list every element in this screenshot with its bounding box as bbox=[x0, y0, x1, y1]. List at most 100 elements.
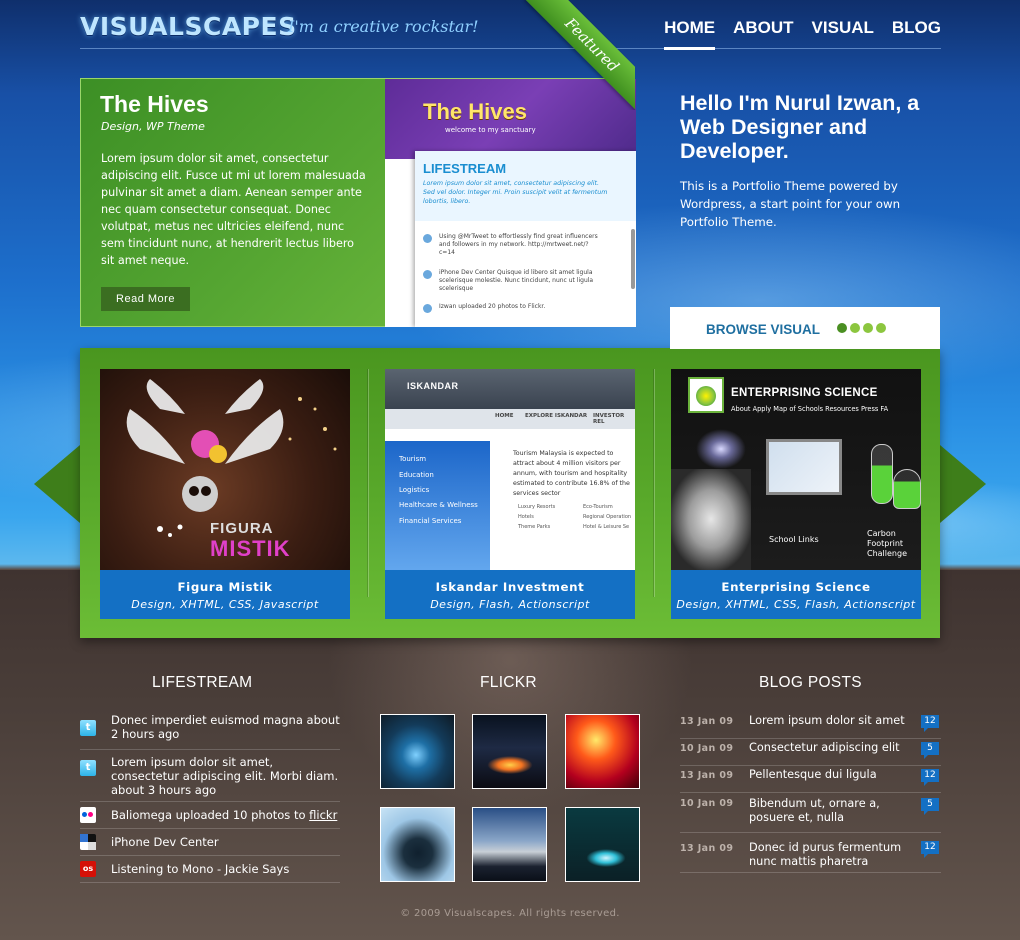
iskandar-menu-item: Education bbox=[399, 471, 434, 479]
pagination-dot[interactable] bbox=[863, 323, 873, 333]
enterprising-heading: ENTERPRISING SCIENCE bbox=[731, 387, 878, 399]
portfolio-image[interactable]: FIGURA MISTIK bbox=[100, 369, 350, 570]
flickr-photo[interactable] bbox=[472, 714, 547, 789]
blog-title[interactable]: Lorem ipsum dolor sit amet bbox=[749, 714, 909, 728]
flickr-photo[interactable] bbox=[380, 807, 455, 882]
blog-title[interactable]: Donec id purus fermentum nunc mattis pha… bbox=[749, 841, 909, 869]
lifestream-text: iPhone Dev Center bbox=[111, 835, 219, 849]
flickr-photo[interactable] bbox=[565, 807, 640, 882]
iskandar-menu-item: Tourism bbox=[399, 455, 427, 463]
portfolio-image[interactable]: ENTERPRISING SCIENCE About Apply Map of … bbox=[671, 369, 921, 570]
blog-date: 10 Jan 09 bbox=[680, 743, 734, 754]
twitter-icon: t bbox=[80, 760, 96, 776]
nav-blog[interactable]: BLOG bbox=[892, 18, 941, 50]
browse-visual-label[interactable]: BROWSE VISUAL bbox=[706, 322, 820, 337]
monitor-icon bbox=[766, 439, 842, 495]
blog-title[interactable]: Pellentesque dui ligula bbox=[749, 768, 909, 782]
featured-project: The Hives Design, WP Theme Lorem ipsum d… bbox=[80, 78, 636, 327]
iskandar-logo: ISKANDAR bbox=[407, 381, 459, 391]
nav-visual[interactable]: VISUAL bbox=[812, 18, 874, 50]
lifestream-text: Baliomega uploaded 10 photos to bbox=[111, 808, 306, 822]
featured-subtitle: Design, WP Theme bbox=[101, 120, 205, 133]
portfolio-title[interactable]: Figura Mistik bbox=[100, 580, 350, 594]
site-logo[interactable]: VISUALSCAPES bbox=[80, 12, 297, 41]
blog-post: 10 Jan 09 Bibendum ut, ornare a, posuere… bbox=[680, 793, 941, 833]
lifestream-item: t Lorem ipsum dolor sit amet, consectetu… bbox=[80, 750, 340, 802]
pagination-dot[interactable] bbox=[850, 323, 860, 333]
portfolio-card-figura-mistik[interactable]: FIGURA MISTIK Figura Mistik Design, XHTM… bbox=[100, 369, 350, 619]
nav-about[interactable]: ABOUT bbox=[733, 18, 793, 50]
galaxy-image bbox=[696, 429, 746, 469]
iskandar-menu-item: Financial Services bbox=[399, 517, 462, 525]
iskandar-nav-item: INVESTOR REL bbox=[593, 413, 625, 425]
carbon-challenge-label: Carbon Footprint Challenge bbox=[867, 529, 907, 558]
portfolio-image[interactable]: ISKANDAR HOME EXPLORE ISKANDAR INVESTOR … bbox=[385, 369, 635, 570]
blog-title[interactable]: Bibendum ut, ornare a, posuere et, nulla bbox=[749, 797, 909, 825]
blog-title[interactable]: Consectetur adipiscing elit bbox=[749, 741, 909, 755]
copyright: © 2009 Visualscapes. All rights reserved… bbox=[400, 908, 620, 919]
carousel-next-arrow[interactable] bbox=[940, 445, 986, 523]
comment-count-badge[interactable]: 12 bbox=[921, 769, 939, 786]
lastfm-icon: os bbox=[80, 861, 96, 877]
iskandar-text: Tourism Malaysia is expected to attract … bbox=[513, 450, 630, 497]
school-links-label: School Links bbox=[769, 535, 819, 544]
iskandar-topbar: ISKANDAR bbox=[385, 369, 635, 409]
iskandar-bullet: Hotel & Leisure Se bbox=[583, 524, 630, 530]
portfolio-card-enterprising-science[interactable]: ENTERPRISING SCIENCE About Apply Map of … bbox=[671, 369, 921, 619]
flickr-photo[interactable] bbox=[380, 714, 455, 789]
main-nav: HOME ABOUT VISUAL BLOG bbox=[664, 18, 941, 50]
portfolio-title[interactable]: Enterprising Science bbox=[671, 580, 921, 594]
twitter-icon: t bbox=[80, 720, 96, 736]
blog-date: 13 Jan 09 bbox=[680, 770, 734, 781]
read-more-button[interactable]: Read More bbox=[101, 287, 190, 311]
enterprising-nav: About Apply Map of Schools Resources Pre… bbox=[731, 405, 889, 413]
flask-icon bbox=[871, 444, 893, 504]
pagination-dot[interactable] bbox=[876, 323, 886, 333]
lifestream-item: t Donec imperdiet euismod magna about 2 … bbox=[80, 712, 340, 750]
carousel-prev-arrow[interactable] bbox=[34, 445, 80, 523]
flickr-heading: FLICKR bbox=[480, 674, 537, 691]
portfolio-tags: Design, Flash, Actionscript bbox=[430, 598, 590, 611]
comment-count-badge[interactable]: 12 bbox=[921, 841, 939, 858]
flickr-photo[interactable] bbox=[565, 714, 640, 789]
flickr-gallery bbox=[380, 714, 640, 882]
browse-visual-tab: BROWSE VISUAL bbox=[670, 307, 940, 349]
pagination-dot[interactable] bbox=[837, 323, 847, 333]
iskandar-menu-item: Healthcare & Wellness bbox=[399, 501, 478, 509]
portfolio-card-iskandar-investment[interactable]: ISKANDAR HOME EXPLORE ISKANDAR INVESTOR … bbox=[385, 369, 635, 619]
flickr-photo[interactable] bbox=[472, 807, 547, 882]
iskandar-bullet: Regional Operation bbox=[583, 514, 632, 520]
nav-home[interactable]: HOME bbox=[664, 18, 716, 50]
featured-title: The Hives bbox=[100, 91, 209, 117]
comment-count-badge[interactable]: 5 bbox=[921, 798, 939, 815]
blog-post: 13 Jan 09 Donec id purus fermentum nunc … bbox=[680, 833, 941, 873]
comment-count-badge[interactable]: 5 bbox=[921, 742, 939, 759]
carousel-divider bbox=[367, 369, 368, 597]
iskandar-bullet: Hotels bbox=[518, 514, 534, 520]
lifestream-item: iPhone Dev Center bbox=[80, 829, 340, 856]
lifestream-item: Baliomega uploaded 10 photos to flickr bbox=[80, 802, 340, 829]
iskandar-nav-item: EXPLORE ISKANDAR bbox=[525, 413, 588, 419]
blog-post: 10 Jan 09 Consectetur adipiscing elit 5 bbox=[680, 739, 941, 766]
comment-count-badge[interactable]: 12 bbox=[921, 715, 939, 732]
blog-date: 13 Jan 09 bbox=[680, 716, 734, 727]
carousel-pagination bbox=[837, 323, 886, 333]
beaker-icon bbox=[893, 469, 921, 509]
lifestream-text: Donec imperdiet euismod magna about 2 ho… bbox=[111, 713, 340, 741]
screenshot-row: iPhone Dev Center Quisque id libero sit … bbox=[423, 269, 603, 293]
mistik-text: MISTIK bbox=[210, 536, 291, 561]
portfolio-caption: Figura Mistik Design, XHTML, CSS, Javasc… bbox=[100, 570, 350, 619]
iskandar-bullet: Luxury Resorts bbox=[518, 504, 556, 510]
screenshot-row: Izwan uploaded 20 photos to Flickr. bbox=[423, 303, 603, 313]
lifestream-text: Listening to Mono - Jackie Says bbox=[111, 862, 290, 876]
iskandar-nav: HOME EXPLORE ISKANDAR INVESTOR REL bbox=[385, 409, 635, 429]
featured-screenshot[interactable]: The Hives welcome to my sanctuary LIFEST… bbox=[385, 79, 636, 327]
intro-text: This is a Portfolio Theme powered by Wor… bbox=[680, 179, 901, 229]
flickr-link[interactable]: flickr bbox=[309, 808, 337, 822]
site-tagline: I'm a creative rockstar! bbox=[288, 17, 479, 36]
lifestream-item: os Listening to Mono - Jackie Says bbox=[80, 856, 340, 883]
screenshot-subtitle: welcome to my sanctuary bbox=[445, 126, 536, 134]
portfolio-title[interactable]: Iskandar Investment bbox=[385, 580, 635, 594]
iskandar-bullet: Eco-Tourism bbox=[583, 504, 613, 510]
portfolio-carousel: FIGURA MISTIK Figura Mistik Design, XHTM… bbox=[80, 348, 940, 638]
